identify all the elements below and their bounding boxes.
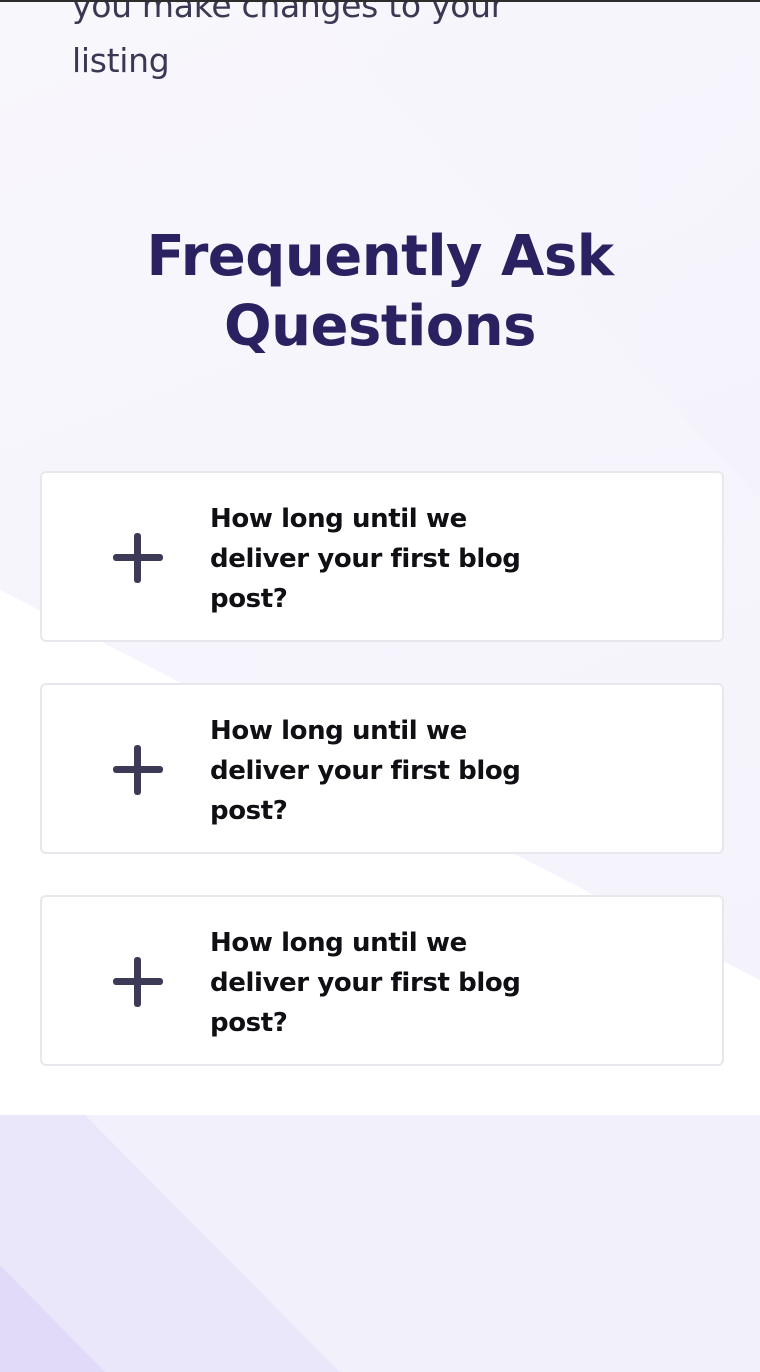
plus-icon[interactable]	[113, 533, 163, 583]
plus-icon[interactable]	[113, 745, 163, 795]
faq-list: How long until we deliver your first blo…	[40, 471, 724, 1107]
background-shape	[0, 1115, 340, 1372]
top-border	[0, 0, 760, 2]
faq-question: How long until we deliver your first blo…	[210, 504, 521, 614]
intro-text: you make changes to your listing	[72, 0, 672, 88]
faq-item[interactable]: How long until we deliver your first blo…	[40, 471, 724, 642]
faq-section: you make changes to your listing Frequent…	[0, 0, 760, 1115]
faq-title-line: Questions	[224, 294, 536, 359]
faq-question: How long until we deliver your first blo…	[210, 928, 521, 1038]
faq-item[interactable]: How long until we deliver your first blo…	[40, 895, 724, 1066]
faq-title-line: Frequently Ask	[146, 224, 614, 289]
plus-icon[interactable]	[113, 957, 163, 1007]
faq-question: How long until we deliver your first blo…	[210, 716, 521, 826]
intro-line: you make changes to your	[72, 0, 504, 25]
faq-title: Frequently Ask Questions	[0, 222, 760, 362]
intro-line: listing	[72, 41, 170, 80]
footer-background	[0, 1115, 760, 1372]
faq-item[interactable]: How long until we deliver your first blo…	[40, 683, 724, 854]
